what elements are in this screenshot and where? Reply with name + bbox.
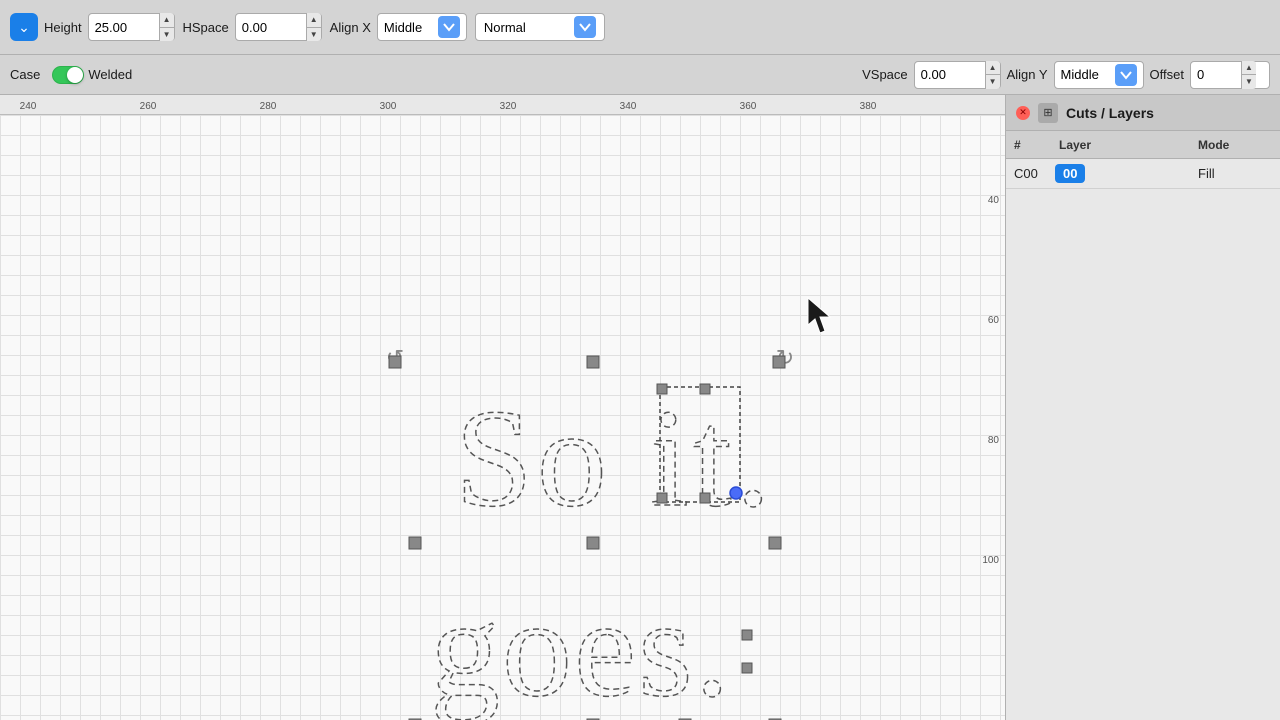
normal-btn[interactable]	[574, 16, 596, 38]
svg-text:So it.: So it.	[455, 381, 775, 536]
panel-col-hash: #	[1006, 138, 1051, 152]
inner-handle-bl[interactable]	[657, 493, 667, 503]
case-label: Case	[10, 67, 40, 82]
align-y-dropdown: Middle	[1054, 61, 1144, 89]
ruler-mark-340: 340	[620, 101, 637, 112]
panel-close-btn[interactable]: ✕	[1016, 106, 1030, 120]
panel-col-mode: Mode	[1190, 138, 1280, 152]
handle-ml[interactable]	[409, 537, 421, 549]
ruler-mark-300: 300	[380, 101, 397, 112]
offset-input-group: ▲ ▼	[1190, 61, 1270, 89]
vspace-label: VSpace	[862, 67, 908, 82]
align-y-value: Middle	[1061, 67, 1109, 82]
vspace-up-btn[interactable]: ▲	[986, 61, 1000, 76]
canvas-content: ↺ ↻ ↺ ↻ So it.	[0, 115, 1005, 720]
welded-toggle-group: Welded	[52, 66, 132, 84]
svg-text:goes.: goes.	[430, 571, 732, 720]
height-label: Height	[44, 20, 82, 35]
hspace-input-group: ▲ ▼	[235, 13, 322, 41]
ruler-mark-360: 360	[740, 101, 757, 112]
normal-value: Normal	[484, 20, 570, 35]
height-spinners: ▲ ▼	[159, 13, 174, 41]
main-area: 240 260 280 300 320 340 360 380 40 60 80…	[0, 95, 1280, 720]
inner-handle-tm[interactable]	[700, 384, 710, 394]
align-x-value: Middle	[384, 20, 432, 35]
offset-spinners: ▲ ▼	[1241, 61, 1256, 89]
toolbar-row1: ⌄ Height ▲ ▼ HSpace ▲ ▼ Align X Middle	[0, 0, 1280, 55]
ruler-top: 240 260 280 300 320 340 360 380	[0, 95, 1005, 115]
hspace-down-btn[interactable]: ▼	[307, 28, 321, 42]
align-y-label: Align Y	[1007, 67, 1048, 82]
align-y-btn[interactable]	[1115, 64, 1137, 86]
toolbar-row2: Case Welded VSpace ▲ ▼ Align Y Middle Of…	[0, 55, 1280, 95]
vspace-group: VSpace ▲ ▼ Align Y Middle Offset ▲ ▼	[862, 61, 1270, 89]
welded-label: Welded	[88, 67, 132, 82]
ruler-mark-320: 320	[500, 101, 517, 112]
offset-up-btn[interactable]: ▲	[1242, 61, 1256, 76]
inner-handle-bm[interactable]	[700, 493, 710, 503]
hspace-spinners: ▲ ▼	[306, 13, 321, 41]
right-panel: ✕ ⊞ Cuts / Layers # Layer Mode C00 00 Fi…	[1005, 95, 1280, 720]
offset-down-btn[interactable]: ▼	[1242, 75, 1256, 89]
cursor-arrow	[808, 298, 830, 333]
height-input[interactable]	[89, 20, 159, 35]
welded-switch[interactable]	[52, 66, 84, 84]
inner-handle-tl[interactable]	[657, 384, 667, 394]
panel-header: ✕ ⊞ Cuts / Layers	[1006, 95, 1280, 131]
vspace-input[interactable]	[915, 67, 985, 82]
ruler-mark-260: 260	[140, 101, 157, 112]
hspace-up-btn[interactable]: ▲	[307, 13, 321, 28]
hspace-label: HSpace	[183, 20, 229, 35]
text-line2: goes.	[430, 571, 732, 720]
offset-input[interactable]	[1191, 67, 1241, 82]
handle-tr[interactable]	[773, 356, 785, 368]
handle-tl[interactable]	[389, 356, 401, 368]
panel-table-header: # Layer Mode	[1006, 131, 1280, 159]
panel-cell-hash: C00	[1006, 166, 1051, 181]
panel-content-empty	[1006, 189, 1280, 720]
height-down-btn[interactable]: ▼	[160, 28, 174, 42]
vspace-input-group: ▲ ▼	[914, 61, 1001, 89]
hspace-input[interactable]	[236, 20, 306, 35]
height-input-group: ▲ ▼	[88, 13, 175, 41]
canvas-svg: ↺ ↻ ↺ ↻ So it.	[0, 115, 990, 720]
align-x-label: Align X	[330, 20, 371, 35]
goes-handle-b[interactable]	[742, 663, 752, 673]
height-up-btn[interactable]: ▲	[160, 13, 174, 28]
panel-row-c00[interactable]: C00 00 Fill	[1006, 159, 1280, 189]
canvas-area[interactable]: 240 260 280 300 320 340 360 380 40 60 80…	[0, 95, 1005, 720]
welded-thumb	[67, 67, 83, 83]
ruler-mark-280: 280	[260, 101, 277, 112]
goes-handle-r[interactable]	[742, 630, 752, 640]
panel-cell-mode: Fill	[1190, 166, 1280, 181]
handle-mr[interactable]	[769, 537, 781, 549]
align-x-group: Align X Middle	[330, 13, 467, 41]
align-x-btn[interactable]	[438, 16, 460, 38]
blue-dot	[730, 487, 742, 499]
ruler-mark-240: 240	[20, 101, 37, 112]
vspace-down-btn[interactable]: ▼	[986, 75, 1000, 89]
ruler-mark-380: 380	[860, 101, 877, 112]
hspace-group: HSpace ▲ ▼	[183, 13, 322, 41]
normal-group: Normal	[475, 13, 605, 41]
text-line1: So it.	[455, 381, 775, 536]
panel-col-layer: Layer	[1051, 138, 1190, 152]
height-dropdown-btn[interactable]: ⌄	[10, 13, 38, 41]
panel-title: Cuts / Layers	[1066, 105, 1154, 121]
height-group: ⌄ Height ▲ ▼	[10, 13, 175, 41]
panel-icon-btn[interactable]: ⊞	[1038, 103, 1058, 123]
vspace-spinners: ▲ ▼	[985, 61, 1000, 89]
offset-label: Offset	[1150, 67, 1184, 82]
panel-cell-layer: 00	[1051, 166, 1190, 181]
align-x-dropdown: Middle	[377, 13, 467, 41]
layer-badge: 00	[1055, 164, 1085, 183]
handle-mm[interactable]	[587, 537, 599, 549]
handle-tm[interactable]	[587, 356, 599, 368]
